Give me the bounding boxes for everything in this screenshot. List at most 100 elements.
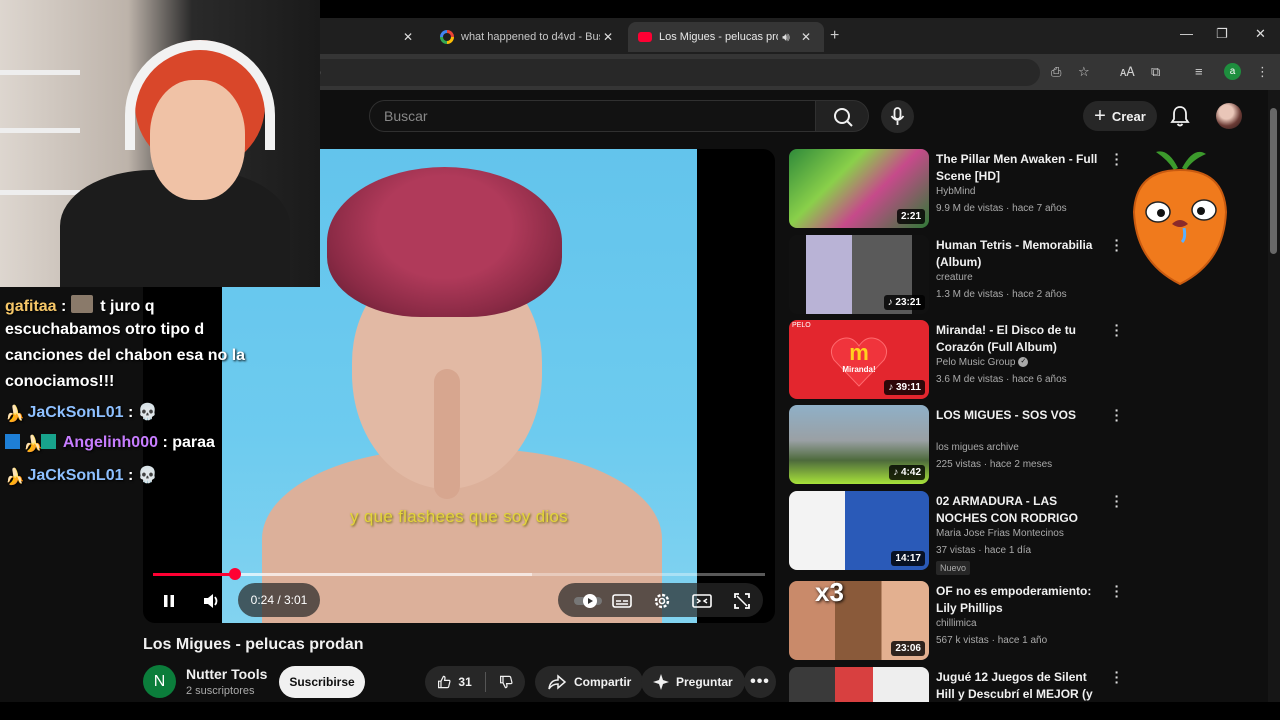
- tab-youtube[interactable]: Los Migues - pelucas prodan 🔊︎ ✕: [628, 22, 824, 52]
- window-close-icon[interactable]: ✕: [1255, 26, 1266, 42]
- recommendation-item[interactable]: 2:21 The Pillar Men Awaken - Full Scene …: [789, 147, 1129, 229]
- recommendation-channel[interactable]: Maria Jose Frias Montecinos: [936, 528, 1064, 539]
- search-input[interactable]: Buscar: [369, 100, 816, 132]
- voice-search-button[interactable]: [881, 100, 914, 133]
- install-app-icon[interactable]: ⎙: [1051, 64, 1061, 80]
- recommendation-channel[interactable]: creature: [936, 272, 973, 283]
- close-icon[interactable]: ✕: [600, 30, 616, 44]
- recommendation-item[interactable]: 14:17 02 ARMADURA - LAS NOCHES CON RODRI…: [789, 489, 1129, 575]
- channel-name[interactable]: Nutter Tools: [186, 666, 267, 682]
- speaker-icon[interactable]: 🔊︎: [778, 30, 794, 45]
- duration-badge: ♪ 39:11: [884, 380, 925, 395]
- more-actions-button[interactable]: •••: [744, 666, 776, 698]
- video-thumbnail[interactable]: 14:17: [789, 491, 929, 570]
- more-options-icon[interactable]: · · ·: [1111, 233, 1123, 257]
- more-icon: •••: [750, 673, 770, 690]
- recommendation-title[interactable]: Human Tetris - Memorabilia (Album): [936, 237, 1106, 271]
- recommendation-title[interactable]: The Pillar Men Awaken - Full Scene [HD]: [936, 151, 1106, 185]
- thumbs-up-icon[interactable]: [437, 673, 451, 691]
- close-icon[interactable]: ✕: [798, 30, 814, 44]
- autoplay-toggle[interactable]: [573, 589, 603, 613]
- more-options-icon[interactable]: · · ·: [1111, 489, 1123, 513]
- account-avatar[interactable]: [1216, 103, 1242, 129]
- autoplay-icon: [574, 594, 602, 608]
- share-button[interactable]: Compartir: [535, 666, 644, 698]
- minimize-icon[interactable]: —: [1180, 26, 1193, 41]
- extensions-icon[interactable]: ⧉: [1151, 64, 1160, 80]
- subscribe-button[interactable]: Suscribirse: [279, 666, 365, 698]
- media-control-icon[interactable]: ≡: [1195, 64, 1203, 79]
- more-options-icon[interactable]: · · ·: [1111, 665, 1123, 689]
- more-options-icon[interactable]: · · ·: [1111, 403, 1123, 427]
- bookmark-star-icon[interactable]: ☆: [1078, 64, 1090, 80]
- more-options-icon[interactable]: · · ·: [1111, 318, 1123, 342]
- recommendation-meta: 3.6 M de vistas · hace 6 años: [936, 374, 1067, 385]
- badge-icon: [5, 434, 20, 449]
- recommendation-title[interactable]: OF no es empoderamiento: Lily Phillips: [936, 583, 1106, 617]
- theater-mode-button[interactable]: [690, 589, 714, 613]
- recommendation-channel[interactable]: HybMind: [936, 186, 975, 197]
- recommendation-title[interactable]: LOS MIGUES - SOS VOS: [936, 407, 1106, 424]
- more-options-icon[interactable]: · · ·: [1111, 147, 1123, 171]
- tab-hidden[interactable]: ✕: [320, 22, 426, 52]
- create-button[interactable]: + Crear: [1083, 101, 1157, 131]
- tab-google-search[interactable]: what happened to d4vd - Busca ✕: [430, 22, 626, 52]
- recommendation-item[interactable]: PELO m Miranda! ♪ 39:11 Miranda! - El Di…: [789, 318, 1129, 400]
- pause-icon: [164, 595, 174, 607]
- recommendation-channel[interactable]: los migues archive: [936, 442, 1019, 453]
- recommendation-item[interactable]: Jugué 12 Juegos de Silent Hill y Descubr…: [789, 665, 1129, 702]
- duration-badge: 23:06: [891, 641, 925, 656]
- recommendation-item[interactable]: ♪ 4:42 LOS MIGUES - SOS VOS los migues a…: [789, 403, 1129, 485]
- video-thumbnail[interactable]: ♪ 23:21: [789, 235, 929, 314]
- pause-button[interactable]: [157, 589, 181, 613]
- stream-chat-overlay: gafitaa : t juro q escuchabamos otro tip…: [0, 287, 252, 507]
- volume-button[interactable]: [200, 589, 224, 613]
- chat-message-text: canciones del chabon esa no la: [5, 347, 246, 364]
- youtube-icon: [638, 32, 652, 42]
- video-thumbnail[interactable]: ♪ 4:42: [789, 405, 929, 484]
- restore-icon[interactable]: ❐: [1216, 26, 1228, 42]
- recommendation-title[interactable]: Jugué 12 Juegos de Silent Hill y Descubr…: [936, 669, 1106, 702]
- fullscreen-button[interactable]: [730, 589, 754, 613]
- recommendation-item[interactable]: ♪ 23:21 Human Tetris - Memorabilia (Albu…: [789, 233, 1129, 315]
- duration-badge: ♪ 23:21: [883, 295, 925, 310]
- recommendation-item[interactable]: x3 23:06 OF no es empoderamiento: Lily P…: [789, 579, 1129, 661]
- progress-bar[interactable]: [153, 568, 765, 580]
- share-label: Compartir: [574, 675, 632, 689]
- address-bar[interactable]: 0: [300, 59, 1040, 86]
- streamer-webcam: [0, 0, 320, 287]
- more-options-icon[interactable]: · · ·: [1111, 579, 1123, 603]
- video-thumbnail[interactable]: PELO m Miranda! ♪ 39:11: [789, 320, 929, 399]
- theater-icon: [692, 594, 712, 608]
- translate-icon[interactable]: 🗚: [1120, 64, 1135, 80]
- video-thumbnail[interactable]: x3 23:06: [789, 581, 929, 660]
- volume-icon: [204, 594, 218, 608]
- thumbnail-text: x3: [815, 581, 844, 607]
- scrollbar-thumb[interactable]: [1270, 108, 1277, 254]
- video-thumbnail[interactable]: 2:21: [789, 149, 929, 228]
- recommendation-channel[interactable]: Pelo Music Group ✓: [936, 357, 1029, 368]
- skull-emote-icon: 💀: [137, 404, 158, 421]
- settings-button[interactable]: [650, 589, 674, 613]
- video-thumbnail[interactable]: [789, 667, 929, 702]
- subtitles-button[interactable]: [610, 589, 634, 613]
- ask-button[interactable]: Preguntar: [641, 666, 745, 698]
- notifications-button[interactable]: [1170, 105, 1190, 132]
- close-icon[interactable]: ✕: [400, 30, 416, 44]
- search-icon: [834, 108, 853, 127]
- chat-message: gafitaa : t juro q: [5, 295, 154, 316]
- recommendation-title[interactable]: Miranda! - El Disco de tu Corazón (Full …: [936, 322, 1106, 356]
- channel-avatar[interactable]: N: [143, 665, 176, 698]
- chrome-menu-icon[interactable]: ⋮: [1256, 64, 1269, 80]
- scrubber-handle[interactable]: [229, 568, 241, 580]
- recommendation-title[interactable]: 02 ARMADURA - LAS NOCHES CON RODRIGO: [936, 493, 1106, 527]
- browser-profile-avatar[interactable]: a: [1224, 63, 1241, 80]
- thumbs-down-icon[interactable]: [499, 673, 513, 691]
- new-tab-button[interactable]: +: [830, 27, 839, 45]
- page-scrollbar[interactable]: [1268, 90, 1280, 702]
- like-count[interactable]: 31: [458, 675, 471, 689]
- like-dislike-group: 31: [425, 666, 525, 698]
- search-button[interactable]: [815, 100, 869, 132]
- chat-message: 🍌 JaCkSonL01 : 💀: [5, 404, 158, 423]
- recommendation-channel[interactable]: chillimica: [936, 618, 977, 629]
